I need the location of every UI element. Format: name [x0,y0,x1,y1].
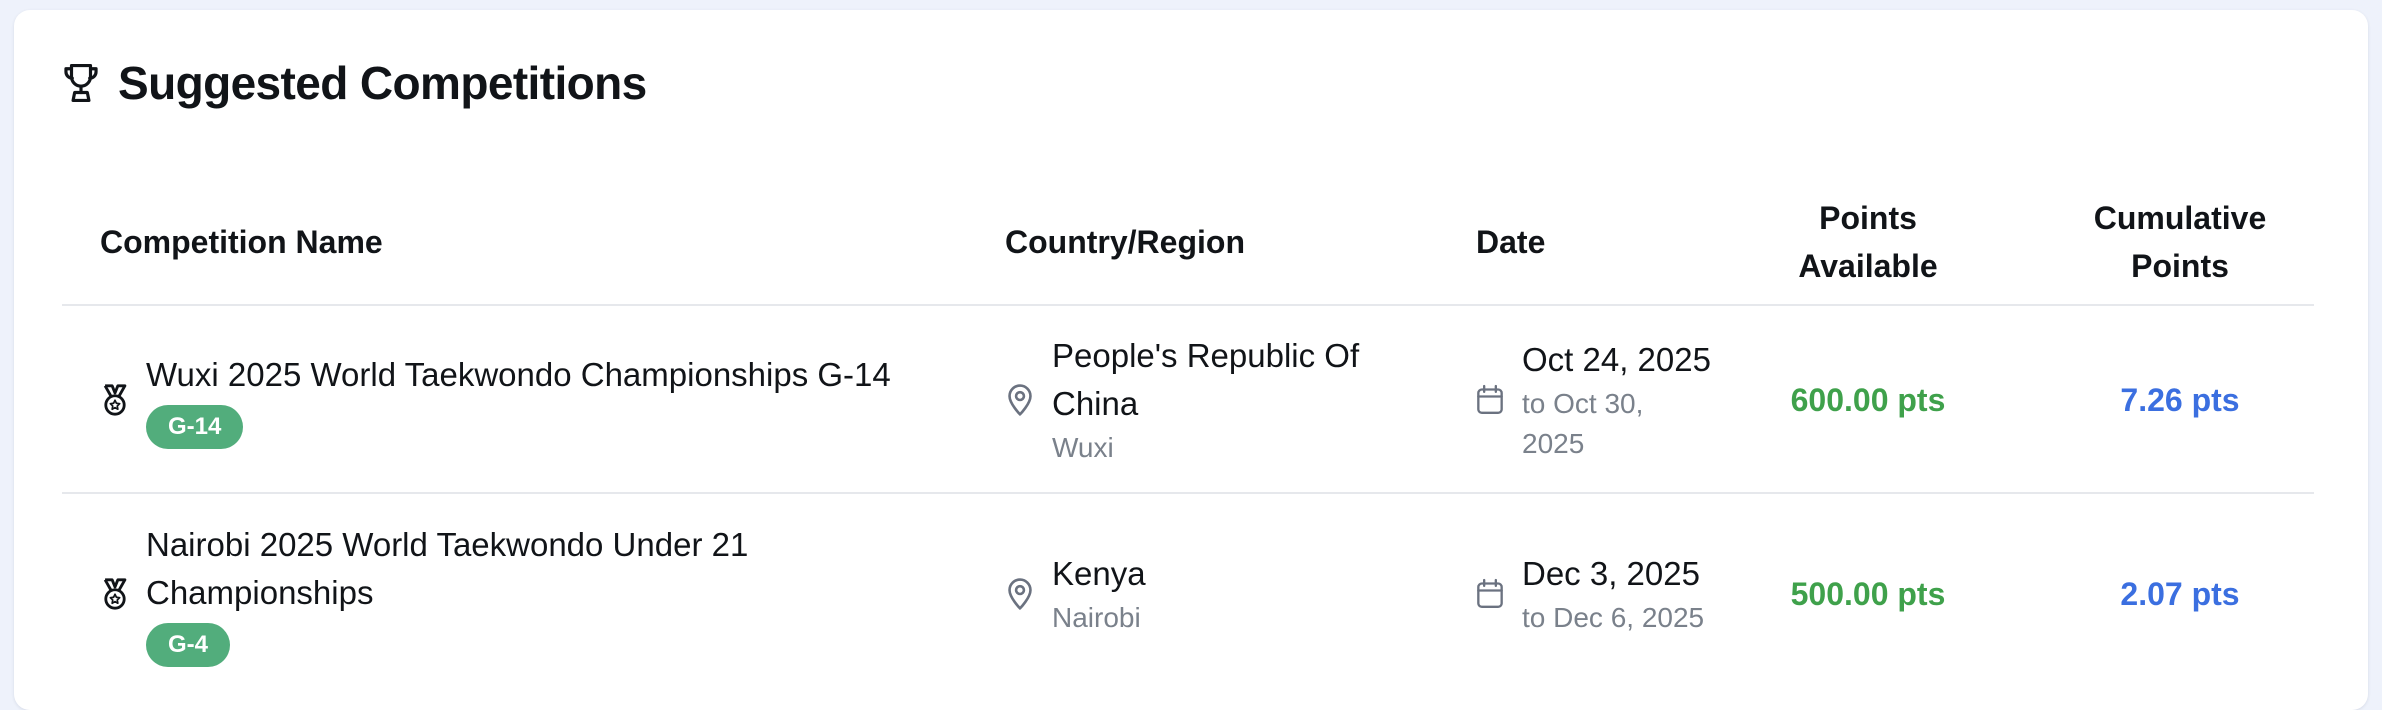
map-pin-icon [1008,578,1032,610]
city-name: Nairobi [1052,602,1141,633]
date-cell: Oct 24, 2025 to Oct 30, 2025 [1476,308,1756,492]
calendar-icon [1477,384,1503,414]
cumulative-points-cell: 2.07 pts [2055,494,2305,694]
points-available-value: 600.00 pts [1790,381,1946,418]
cumulative-points-value: 7.26 pts [2120,381,2240,418]
column-header-country[interactable]: Country/Region [1005,180,1405,304]
date-cell: Dec 3, 2025 to Dec 6, 2025 [1476,494,1756,694]
medal-icon [103,384,127,416]
country-name: People's Republic Of China [1052,337,1360,422]
table-header: Competition Name Country/Region Date Poi… [62,180,2314,306]
competition-info: Wuxi 2025 World Taekwondo Championships … [146,351,891,449]
calendar-icon [1477,578,1503,609]
location-info: Kenya Nairobi [1052,550,1146,638]
date-start: Dec 3, 2025 [1522,555,1700,592]
country-name: Kenya [1052,555,1146,592]
grade-badge: G-4 [146,623,231,667]
date-end: to Dec 6, 2025 [1522,602,1705,633]
date-end: to Oct 30, 2025 [1522,388,1644,459]
date-start: Oct 24, 2025 [1522,341,1711,378]
points-available-cell: 500.00 pts [1768,494,1968,694]
competition-name[interactable]: Wuxi 2025 World Taekwondo Championships … [146,351,891,399]
page-title: Suggested Competitions [118,57,647,109]
cumulative-points-value: 2.07 pts [2120,575,2240,612]
competition-name[interactable]: Nairobi 2025 World Taekwondo Under 21 Ch… [146,521,846,617]
column-header-points-available[interactable]: Points Available [1768,180,1968,304]
trophy-icon [64,63,98,102]
table-row[interactable]: Nairobi 2025 World Taekwondo Under 21 Ch… [62,494,2314,694]
competition-info: Nairobi 2025 World Taekwondo Under 21 Ch… [146,521,846,667]
date-info: Dec 3, 2025 to Dec 6, 2025 [1522,550,1704,638]
column-header-competition-name[interactable]: Competition Name [100,180,900,304]
location-cell: Kenya Nairobi [1006,494,1436,694]
map-pin-icon [1008,384,1032,416]
grade-badge: G-14 [146,405,244,449]
date-info: Oct 24, 2025 to Oct 30, 2025 [1522,336,1711,464]
medal-icon [103,578,127,610]
location-cell: People's Republic Of China Wuxi [1006,308,1436,492]
suggested-competitions-card: Suggested Competitions Competition Name … [14,10,2368,710]
column-header-date[interactable]: Date [1476,180,1676,304]
competition-cell: Wuxi 2025 World Taekwondo Championships … [100,308,980,492]
cumulative-points-cell: 7.26 pts [2055,308,2305,492]
table-row[interactable]: Wuxi 2025 World Taekwondo Championships … [62,308,2314,494]
location-info: People's Republic Of China Wuxi [1052,332,1382,468]
card-header: Suggested Competitions [62,56,647,110]
points-available-value: 500.00 pts [1790,575,1946,612]
column-header-cumulative-points[interactable]: Cumulative Points [2055,180,2305,304]
points-available-cell: 600.00 pts [1768,308,1968,492]
city-name: Wuxi [1052,432,1114,463]
competition-cell: Nairobi 2025 World Taekwondo Under 21 Ch… [100,494,980,694]
